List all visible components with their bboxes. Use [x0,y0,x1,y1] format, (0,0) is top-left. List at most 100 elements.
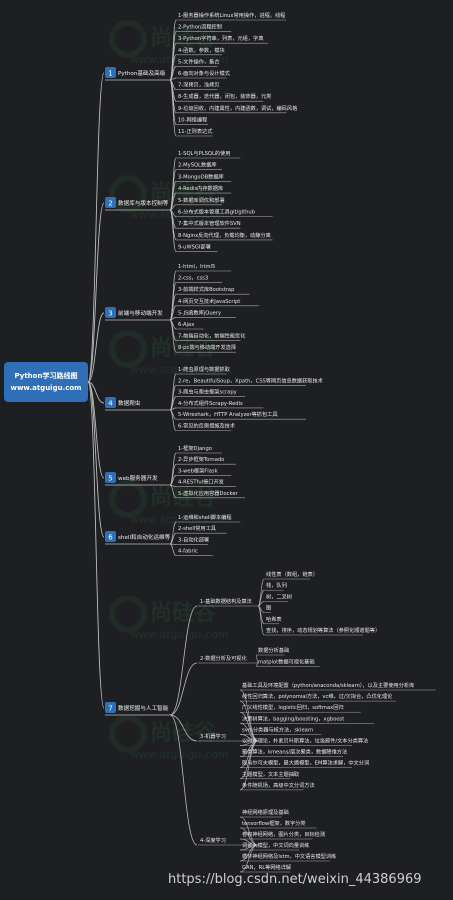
connector-line [257,605,265,636]
branch-item-label: 5-Wireshark，HTTP Analyzer等抓包工具 [178,410,278,418]
branch-item-label: 7-深拷贝，浅拷贝 [178,81,220,89]
leaf-item-label: 查找，排序，动态规划等算法（参照化顺道题等） [266,626,380,634]
branch-item-label: 3-前端样式库Bootstrap [178,285,235,293]
branch-item-label: 2-MySQL数据库 [178,161,217,169]
section-title: shell和自动化运维等 [118,533,171,541]
watermark-logo [109,330,147,368]
leaf-item-label: 基础工具及环境配置（python/anaconda/sklearn），以及主要使… [242,681,414,689]
branch-item-label: 8-pc端与移动端开发选择 [178,343,237,351]
branch-item-label: 11-正则表达式 [178,127,213,135]
branch-item-label: 9-uWSGI部署 [178,243,211,251]
branch-item-label: 4-Redis内存数据库 [178,184,223,192]
branch-item-label: 3-爬虫与爬虫框架scrapy [178,388,237,396]
branch-item-label: 1-html，html5 [178,264,215,270]
branch-item-label: 8-生成器，迭代器，闭包，装饰器，元类 [178,92,271,100]
group-title: 3-机器学习 [200,732,226,740]
branch-item-label: 2-异步框架Tornado [178,455,224,463]
branch-item-label: 3-Python字符串，列表，元组，字典 [178,34,263,42]
branch-item-label: 2-shell常用工具 [178,524,216,532]
connector-line [257,578,265,607]
branch-item-label: 8-Nginx反向代理，负载均衡，动静分离 [178,231,271,239]
branch-item-label: 3-MongoDB数据库 [178,172,224,180]
leaf-item-label: 栈，队列 [266,581,287,589]
watermark-url: www.atguigu.com [130,628,228,641]
section-number: 7 [108,705,112,713]
branch-item-label: 3-自动化部署 [178,535,209,543]
leaf-item-label: 以时序理论，朴素贝叶斯算法，垃圾邮件/文本分类算法 [242,737,368,745]
leaf-item-label: GAN，RL等网络详解 [242,863,291,871]
connector-line [169,543,177,556]
leaf-item-label: 线性回归算法，polynomial方法，vc维，过/欠拟合，凸优化理论 [242,692,393,700]
root-node[interactable]: Python学习路线图 www.atguigu.com [4,362,88,402]
watermark-logo [109,595,147,633]
watermark-brand: 尚硅谷 [150,486,217,511]
leaf-item-label: 广义线性模型，logistic回归，softmax回归 [242,703,344,711]
root-site: www.atguigu.com [10,384,82,392]
branch-item-label: 5-虚拟化应用容器Docker [178,489,239,497]
branch-item-label: 4-fabric [178,549,198,555]
branch-item-label: 6-Ajax [178,322,194,328]
leaf-item-label: 主题模型，文本主题抽取 [242,770,300,778]
branch-item-label: 4-RESTful接口开发 [178,478,224,486]
leaf-item-label: 数据分析基础 [258,646,289,654]
branch-item-label: 9-垃圾回收，内建属性，内建函数，调试，编码风格 [178,104,298,112]
section-number: 2 [108,200,112,208]
branch-item-label: 5-数据库调优和部署 [178,196,225,204]
branch-item-label: 6-面向对象与设计模式 [178,69,231,77]
leaf-item-label: 卷积神经网络，图片分类，目标检测 [242,830,325,838]
watermark-logo [109,20,147,58]
branch-item-label: 4-网页交互技术JavaScript [178,297,240,305]
section-number: 3 [108,310,112,318]
section-title: 数据库与版本控制等 [118,199,169,207]
section-title: 数据挖掘与人工智能 [118,704,169,712]
branch-item-label: 1-运维和shell脚本编程 [178,513,232,521]
branch-item-label: 1-服务器操作系统Linux常用操作，进程，线程 [178,11,285,19]
section-number: 1 [108,70,112,78]
watermark-logo [109,715,147,753]
leaf-item-label: 哈希表 [266,615,282,623]
connector-line [169,409,177,431]
branch-item-label: 7-集中式版本管理软件SVN [178,219,241,227]
branch-item-label: 2-re，BeautifulSoup，Xpath，CSS等网页信息数据获取技术 [178,376,323,384]
leaf-item-label: svm分类器与核方法，sklearn [242,725,313,733]
connector-line [87,72,105,383]
branch-item-label: 10-网络编程 [178,115,207,123]
branch-item-label: 2-css，css3 [178,276,208,282]
branch-item-label: 5-文件操作，集合 [178,57,220,65]
connector-line [87,381,105,538]
leaf-item-label: 线性表（数组，链表） [266,570,318,578]
group-title: 4-深度学习 [200,836,226,844]
watermark-url: www.atguigu.com [130,748,228,761]
branch-item-label: 2-Python流程控制 [178,23,222,31]
section-number: 5 [108,475,112,483]
leaf-item-label: 条件随机场，高级中文分词方法 [242,781,315,789]
branch-item-label: 6-分布式版本管理工具git/github [178,208,256,216]
section-title: 前端与移动端开发 [118,309,163,317]
section-number: 6 [108,534,113,542]
leaf-item-label: 树，二叉树 [266,592,292,600]
root-title: Python学习路线图 [14,372,78,380]
section-title: web服务器开发 [118,474,158,482]
branch-item-label: 4-函数，参数，模块 [178,46,225,54]
branch-item-label: 1-爬虫原理与数据抓取 [178,365,231,373]
leaf-item-label: matplot数据可视化基础 [258,657,315,665]
leaf-item-label: 隐马尔可夫模型，最大熵模型，EM算法求解，中文分词 [242,759,369,767]
leaf-item-label: 图 [266,605,271,612]
branch-item-label: 1-SQL与PLSQL的使用 [178,149,230,157]
watermark-logo [109,480,147,518]
group-title: 1-基础数据结构及算法 [200,597,252,605]
leaf-item-label: 聚类算法，kmeans/层次聚类，数据降维方法 [242,748,347,756]
leaf-item-label: 循环神经网络及lstm，中文语言模型训练 [242,852,336,860]
section-title: 数据爬虫 [118,399,141,407]
branch-item-label: 3-web框架Flask [178,466,218,474]
branch-item-label: 5-JS函数库jQuery [178,308,221,316]
section-number: 4 [108,400,113,408]
branch-item-label: 7-前端自动化，前端性能优化 [178,332,245,340]
connector-line [169,662,198,716]
mindmap-canvas: 尚硅谷www.atguigu.com尚硅谷www.atguigu.com尚硅谷w… [87,11,436,873]
leaf-item-label: tensorflow框架，数字分类 [242,819,306,827]
leaf-item-label: 神经网络原理及基础 [242,808,289,816]
footer-url: https://blog.csdn.net/weixin_44386969 [168,872,422,887]
branch-item-label: 4-分布式组件Scrapy-Redis [178,399,243,407]
leaf-item-label: 决策树算法，bagging/boosting，xgboost [242,714,344,722]
